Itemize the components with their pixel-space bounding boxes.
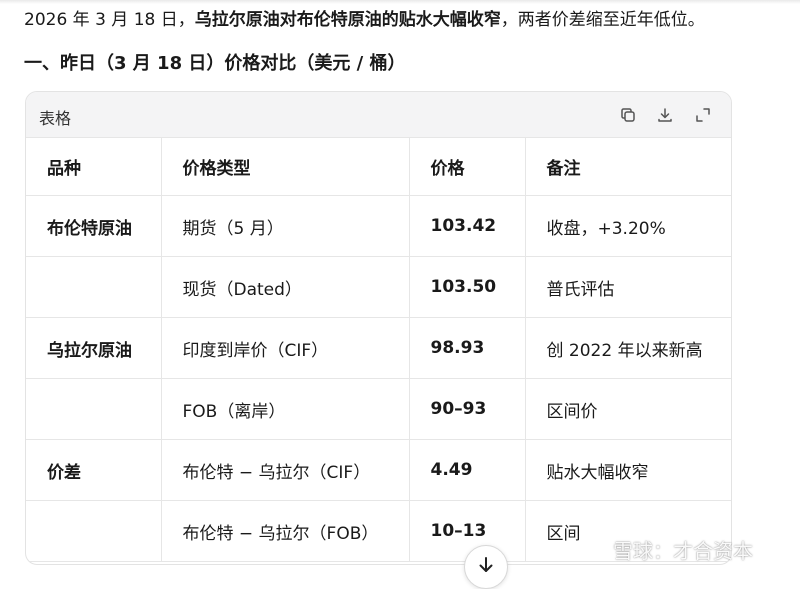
header-price-type: 价格类型 [161, 138, 410, 196]
cell-price-type: 现货（Dated） [161, 256, 410, 318]
cell-variety [26, 378, 162, 440]
cell-price-type: 布伦特 − 乌拉尔（CIF） [161, 439, 410, 501]
table-header-row: 品种 价格类型 价格 备注 [26, 138, 731, 196]
section-heading: 一、昨日（3 月 18 日）价格对比（美元 / 桶） [24, 53, 406, 74]
cell-variety [26, 256, 162, 318]
cell-price-type: 印度到岸价（CIF） [161, 317, 410, 379]
copy-button[interactable] [616, 103, 640, 127]
header-note: 备注 [525, 138, 731, 196]
cell-price: 103.42 [409, 195, 526, 257]
cell-variety: 布伦特原油 [26, 195, 162, 257]
cell-price: 4.49 [409, 439, 526, 501]
snowball-logo-icon [585, 539, 605, 560]
header-variety: 品种 [26, 138, 162, 196]
cell-price-type: 布伦特 − 乌拉尔（FOB） [161, 500, 410, 562]
copy-icon [621, 108, 635, 122]
top-fade [0, 0, 800, 4]
arrow-down-icon [479, 557, 493, 572]
expand-button[interactable] [691, 103, 715, 127]
cell-variety: 乌拉尔原油 [26, 317, 162, 379]
cell-note: 普氏评估 [525, 256, 731, 318]
table-row: FOB（离岸） 90–93 区间价 [26, 378, 731, 440]
cell-note: 收盘，+3.20% [525, 195, 731, 257]
download-icon [658, 108, 672, 122]
cell-price-type: FOB（离岸） [161, 378, 410, 440]
header-price: 价格 [409, 138, 526, 196]
table-row: 乌拉尔原油 印度到岸价（CIF） 98.93 创 2022 年以来新高 [26, 317, 731, 379]
cell-price: 90–93 [409, 378, 526, 440]
cell-price: 103.50 [409, 256, 526, 318]
cell-note: 创 2022 年以来新高 [525, 317, 731, 379]
cell-variety [26, 500, 162, 562]
scroll-down-button[interactable] [464, 545, 508, 589]
cell-variety: 价差 [26, 439, 162, 501]
cell-price-type: 期货（5 月） [161, 195, 410, 257]
watermark: 雪球：才合资本 [583, 535, 753, 564]
cell-note: 贴水大幅收窄 [525, 439, 731, 501]
intro-suffix: ，两者价差缩至近年低位。 [500, 10, 705, 30]
table-row: 布伦特原油 期货（5 月） 103.42 收盘，+3.20% [26, 195, 731, 257]
intro-bold: 乌拉尔原油对布伦特原油的贴水大幅收窄 [194, 10, 501, 30]
table-row: 现货（Dated） 103.50 普氏评估 [26, 256, 731, 318]
intro-paragraph: 2026 年 3 月 18 日，乌拉尔原油对布伦特原油的贴水大幅收窄，两者价差缩… [24, 8, 705, 32]
cell-price: 10–13 [409, 500, 526, 562]
intro-prefix: 2026 年 3 月 18 日， [24, 10, 195, 30]
watermark-text: 雪球：才合资本 [613, 539, 753, 563]
table-row: 价差 布伦特 − 乌拉尔（CIF） 4.49 贴水大幅收窄 [26, 439, 731, 501]
table-label: 表格 [39, 109, 72, 128]
cell-price: 98.93 [409, 317, 526, 379]
expand-icon [696, 108, 710, 122]
table-toolbar: 表格 [26, 92, 731, 138]
table-card: 表格 品种 价格类型 价格 备注 布伦特原油 期货（5 月） 103.42 收盘… [25, 91, 732, 565]
download-button[interactable] [653, 103, 677, 127]
cell-note: 区间价 [525, 378, 731, 440]
price-comparison-table: 品种 价格类型 价格 备注 布伦特原油 期货（5 月） 103.42 收盘，+3… [26, 138, 731, 562]
